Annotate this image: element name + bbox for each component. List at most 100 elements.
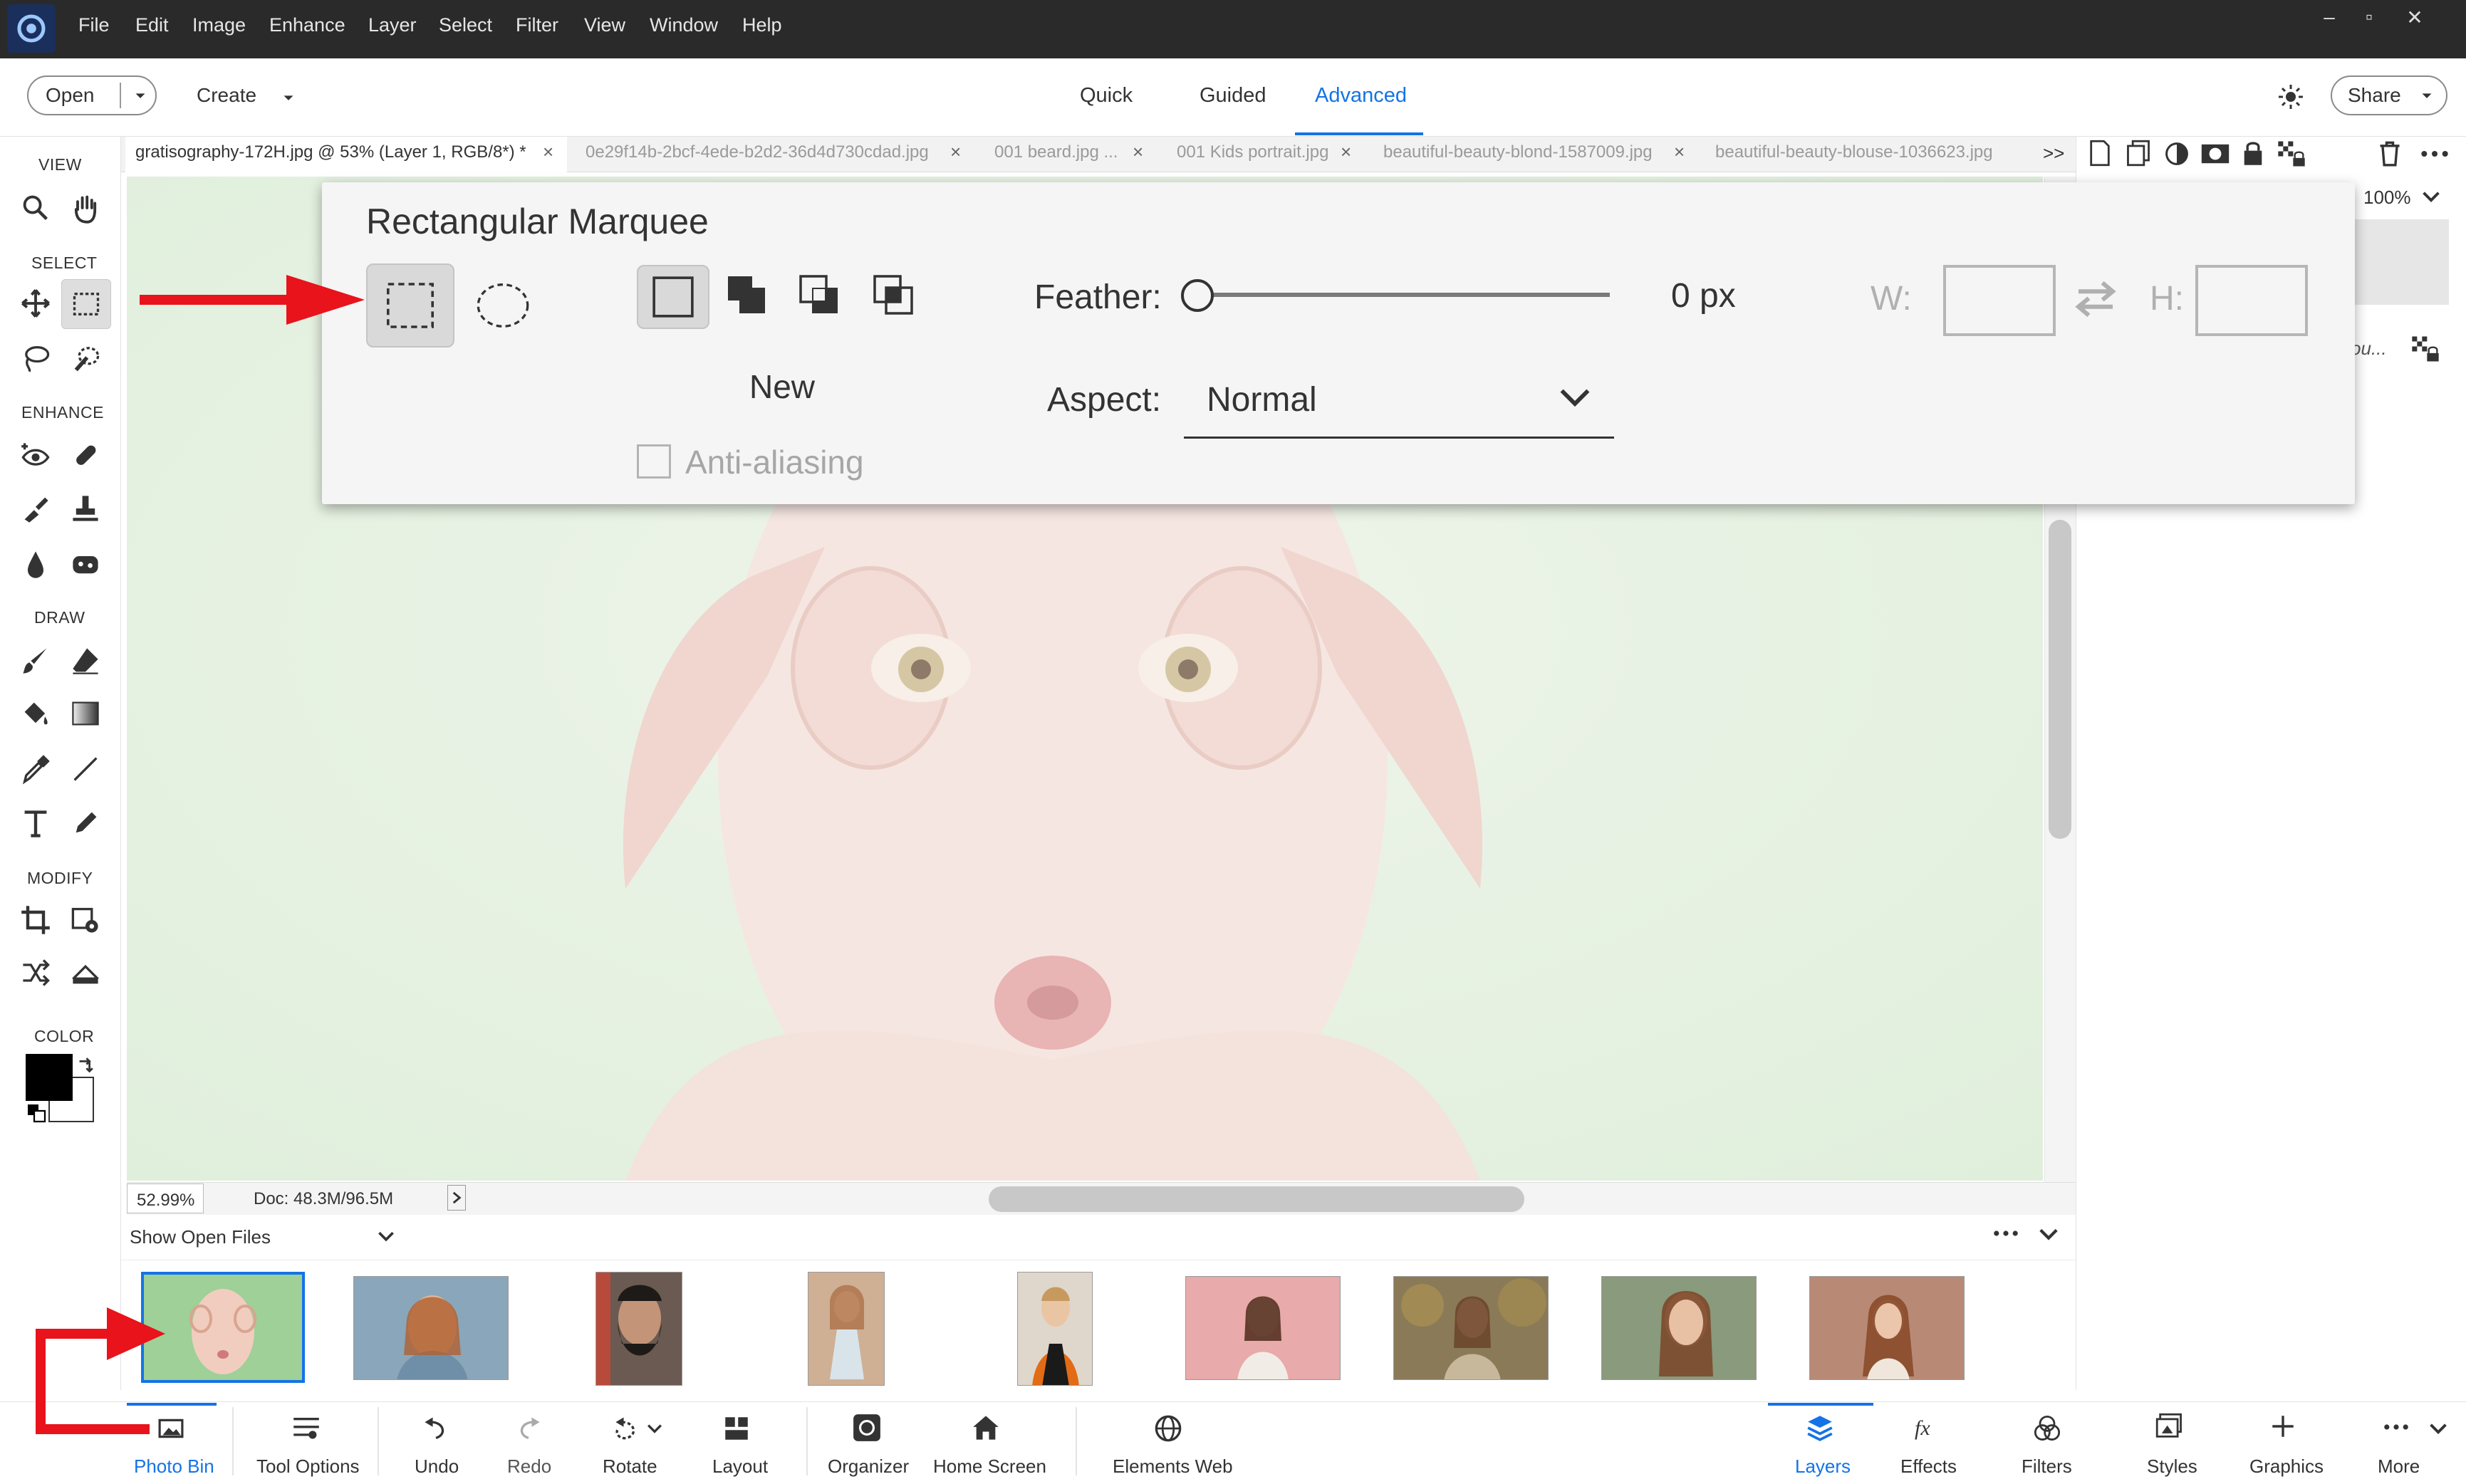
smart-brush-icon[interactable] xyxy=(20,493,51,524)
layer-lock-transparency-icon[interactable] xyxy=(2410,335,2440,363)
bin-more-icon[interactable] xyxy=(1993,1228,2019,1239)
anti-aliasing-checkbox[interactable] xyxy=(637,444,671,479)
menu-help[interactable]: Help xyxy=(742,14,782,36)
trash-icon[interactable] xyxy=(2378,141,2402,167)
tab-overflow-button[interactable]: >> xyxy=(2043,142,2064,164)
more-chevron-down-icon[interactable] xyxy=(2429,1421,2447,1436)
subtract-from-selection-icon[interactable] xyxy=(798,273,841,316)
bin-thumb-1[interactable] xyxy=(141,1272,305,1383)
doc-tab-1[interactable]: gratisography-172H.jpg @ 53% (Layer 1, R… xyxy=(135,142,526,162)
share-button[interactable]: Share xyxy=(2331,75,2447,115)
brightness-icon[interactable] xyxy=(2277,83,2305,111)
styles-icon[interactable] xyxy=(2155,1413,2184,1441)
healing-brush-icon[interactable] xyxy=(70,440,101,471)
effects-button[interactable]: Effects xyxy=(1900,1456,1957,1478)
clone-stamp-icon[interactable] xyxy=(70,493,101,524)
gradient-tool-icon[interactable] xyxy=(70,698,101,729)
brush-tool-icon[interactable] xyxy=(20,645,51,676)
doc-tab-2[interactable]: 0e29f14b-2bcf-4ede-b2d2-36d4d730cdad.jpg xyxy=(586,142,929,162)
eraser-tool-icon[interactable] xyxy=(70,645,101,676)
minimize-button[interactable]: – xyxy=(2308,0,2351,34)
bin-dropdown-chevron-icon[interactable] xyxy=(378,1229,395,1243)
zoom-tool-icon[interactable] xyxy=(20,192,51,224)
new-group-icon[interactable] xyxy=(2126,140,2151,167)
vertical-scroll-thumb[interactable] xyxy=(2049,520,2071,839)
home-screen-button[interactable]: Home Screen xyxy=(933,1456,1046,1478)
open-button[interactable]: Open xyxy=(27,75,157,115)
layout-icon[interactable] xyxy=(724,1416,749,1441)
bin-thumb-9[interactable] xyxy=(1809,1276,1965,1380)
height-input[interactable] xyxy=(2195,265,2308,336)
straighten-tool-icon[interactable] xyxy=(70,957,101,988)
intersect-selection-icon[interactable] xyxy=(872,273,915,316)
sponge-tool-icon[interactable] xyxy=(70,548,101,580)
content-aware-move-icon[interactable] xyxy=(20,957,51,988)
lock-transparency-icon[interactable] xyxy=(2277,140,2306,168)
doc-tab-3[interactable]: 001 beard.jpg ... xyxy=(994,142,1118,162)
filters-button[interactable]: Filters xyxy=(2022,1456,2072,1478)
menu-filter[interactable]: Filter xyxy=(516,14,558,36)
red-eye-tool-icon[interactable] xyxy=(20,440,51,471)
layout-button[interactable]: Layout xyxy=(712,1456,768,1478)
foreground-color-swatch[interactable] xyxy=(26,1054,73,1101)
rotate-button[interactable]: Rotate xyxy=(603,1456,657,1478)
bin-thumb-6[interactable] xyxy=(1185,1276,1341,1380)
swap-colors-icon[interactable] xyxy=(76,1055,95,1075)
hand-tool-icon[interactable] xyxy=(70,192,101,224)
styles-button[interactable]: Styles xyxy=(2147,1456,2197,1478)
rotate-chevron-down-icon[interactable] xyxy=(647,1423,662,1434)
eyedropper-icon[interactable] xyxy=(20,753,51,785)
line-tool-icon[interactable] xyxy=(70,753,101,785)
more-button[interactable]: More xyxy=(2378,1456,2420,1478)
menu-edit[interactable]: Edit xyxy=(135,14,169,36)
type-tool-icon[interactable] xyxy=(20,808,51,839)
width-input[interactable] xyxy=(1943,265,2056,336)
opacity-value[interactable]: 100% xyxy=(2363,187,2411,209)
undo-button[interactable]: Undo xyxy=(415,1456,459,1478)
layers-button[interactable]: Layers xyxy=(1795,1456,1851,1478)
doc-tab-4-close[interactable]: × xyxy=(1341,141,1351,163)
organizer-icon[interactable] xyxy=(852,1413,882,1443)
lock-icon[interactable] xyxy=(2241,140,2265,167)
lasso-tool-icon[interactable] xyxy=(20,342,51,373)
new-layer-icon[interactable] xyxy=(2087,140,2113,167)
redo-button[interactable]: Redo xyxy=(507,1456,551,1478)
plus-icon[interactable] xyxy=(2271,1414,2295,1438)
tab-quick[interactable]: Quick xyxy=(1080,84,1133,108)
rotate-icon[interactable] xyxy=(613,1416,641,1441)
default-colors-icon[interactable] xyxy=(26,1102,47,1124)
maximize-button[interactable]: ▫ xyxy=(2348,0,2390,34)
tab-guided[interactable]: Guided xyxy=(1200,84,1266,108)
bin-thumb-7[interactable] xyxy=(1393,1276,1549,1380)
undo-icon[interactable] xyxy=(422,1416,450,1441)
feather-slider-thumb[interactable] xyxy=(1181,279,1214,312)
menu-file[interactable]: File xyxy=(78,14,110,36)
layer-mask-icon[interactable] xyxy=(2200,141,2231,167)
panel-more-icon[interactable] xyxy=(2420,147,2449,161)
opacity-chevron-down-icon[interactable] xyxy=(2422,188,2440,205)
tab-advanced[interactable]: Advanced xyxy=(1315,84,1407,108)
paint-bucket-icon[interactable] xyxy=(20,698,51,729)
photo-bin-button[interactable]: Photo Bin xyxy=(134,1456,214,1478)
menu-window[interactable]: Window xyxy=(650,14,718,36)
close-window-button[interactable]: ✕ xyxy=(2393,0,2436,34)
menu-view[interactable]: View xyxy=(584,14,625,36)
more-dots-icon[interactable] xyxy=(2383,1421,2409,1433)
bin-thumb-4[interactable] xyxy=(808,1272,885,1386)
doc-tab-6[interactable]: beautiful-beauty-blouse-1036623.jpg xyxy=(1715,142,1993,162)
filters-icon[interactable] xyxy=(2033,1414,2061,1443)
elements-web-button[interactable]: Elements Web xyxy=(1113,1456,1233,1478)
chevron-down-icon[interactable] xyxy=(131,85,150,105)
bin-thumb-5[interactable] xyxy=(1017,1272,1093,1386)
tool-options-icon[interactable] xyxy=(292,1416,321,1441)
crop-tool-icon[interactable] xyxy=(20,904,51,936)
quick-selection-icon[interactable] xyxy=(70,342,101,373)
graphics-button[interactable]: Graphics xyxy=(2249,1456,2324,1478)
add-to-selection-icon[interactable] xyxy=(725,273,768,316)
organizer-button[interactable]: Organizer xyxy=(828,1456,909,1478)
status-expand-button[interactable] xyxy=(447,1185,466,1211)
blur-tool-icon[interactable] xyxy=(20,548,51,580)
recompose-tool-icon[interactable] xyxy=(70,904,101,936)
menu-image[interactable]: Image xyxy=(192,14,246,36)
doc-tab-3-close[interactable]: × xyxy=(1133,141,1143,163)
